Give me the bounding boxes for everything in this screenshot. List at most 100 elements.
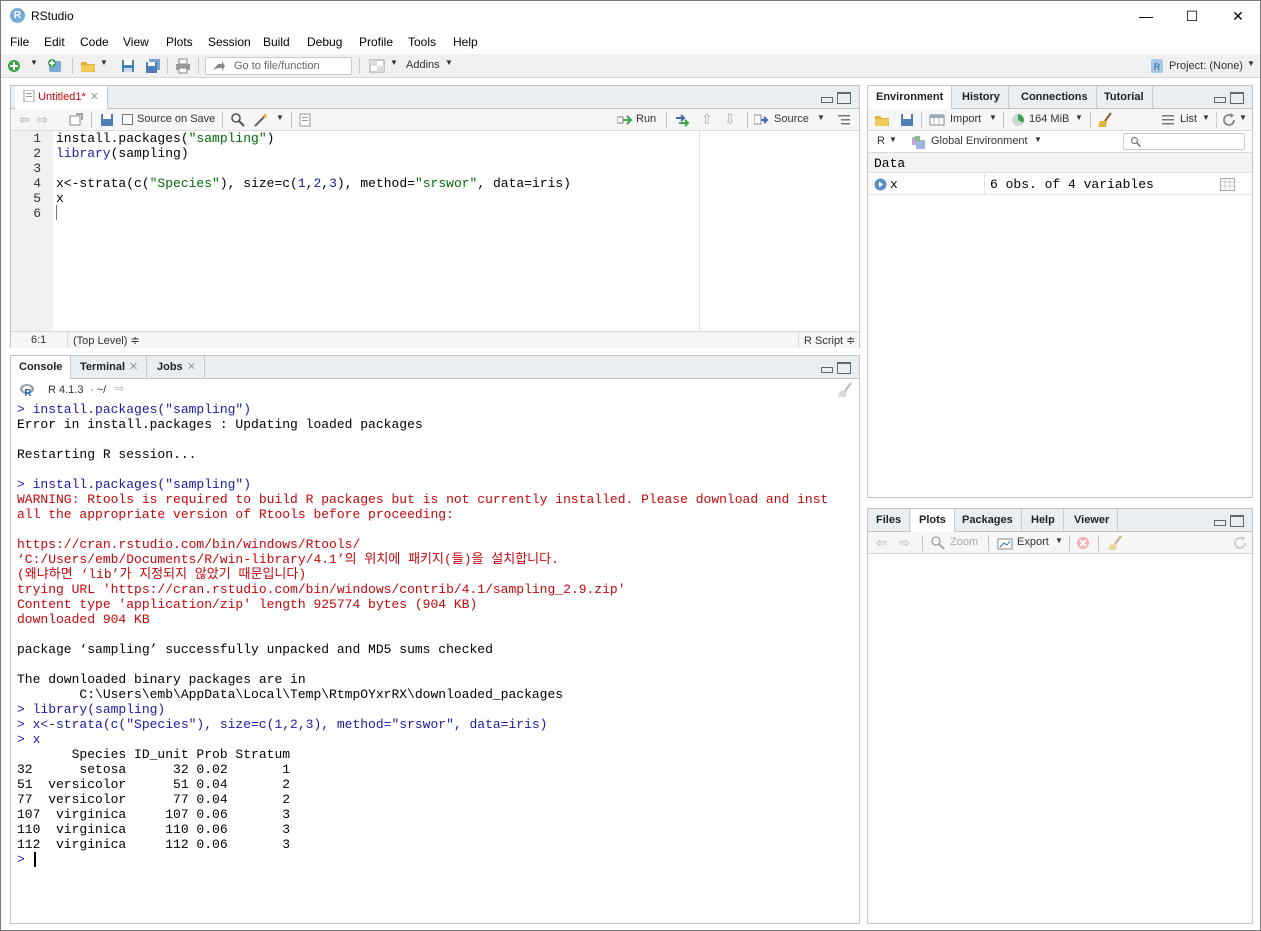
- clear-broom-icon[interactable]: [1097, 112, 1113, 128]
- export-icon[interactable]: [997, 535, 1013, 551]
- zoom-button[interactable]: Zoom: [950, 536, 978, 548]
- save-icon[interactable]: [899, 112, 915, 128]
- forward-arrow-icon[interactable]: ⇨: [37, 112, 48, 128]
- open-folder-icon[interactable]: [874, 112, 890, 128]
- open-folder-icon[interactable]: [80, 58, 96, 74]
- menu-code[interactable]: Code: [80, 35, 109, 49]
- maximize-pane-icon[interactable]: [837, 362, 851, 374]
- new-file-icon[interactable]: [6, 58, 22, 74]
- rerun-icon[interactable]: [674, 112, 690, 128]
- chevron-down-icon[interactable]: ▼: [1247, 59, 1255, 68]
- close-tab-icon[interactable]: ✕: [90, 91, 99, 103]
- close-button[interactable]: ✕: [1215, 1, 1261, 31]
- tab-history[interactable]: History: [954, 86, 1009, 109]
- save-icon[interactable]: [99, 112, 115, 128]
- env-search-input[interactable]: [1123, 133, 1245, 150]
- chevron-down-icon[interactable]: ▼: [889, 135, 897, 144]
- print-icon[interactable]: [175, 58, 191, 74]
- view-data-grid-icon[interactable]: [1220, 178, 1235, 191]
- maximize-button[interactable]: ☐: [1169, 1, 1215, 31]
- back-arrow-icon[interactable]: ⇦: [876, 535, 887, 551]
- menu-profile[interactable]: Profile: [359, 35, 393, 49]
- run-arrow-icon[interactable]: [617, 112, 633, 128]
- source-button[interactable]: Source: [774, 113, 809, 125]
- menu-file[interactable]: File: [10, 35, 29, 49]
- addins-button[interactable]: Addins: [406, 59, 440, 71]
- arrow-down-icon[interactable]: ⇩: [724, 111, 736, 128]
- run-button[interactable]: Run: [636, 113, 656, 125]
- tab-help[interactable]: Help: [1023, 509, 1064, 532]
- working-directory[interactable]: · ~/: [90, 384, 106, 396]
- new-project-icon[interactable]: [47, 58, 63, 74]
- chevron-down-icon[interactable]: ▼: [817, 113, 825, 122]
- tab-tutorial[interactable]: Tutorial: [1096, 86, 1153, 109]
- go-to-directory-icon[interactable]: ⇨: [115, 382, 124, 395]
- tab-files[interactable]: Files: [868, 509, 911, 532]
- view-mode-selector[interactable]: List: [1180, 113, 1197, 125]
- close-tab-icon[interactable]: ✕: [129, 361, 138, 373]
- refresh-icon[interactable]: [1232, 535, 1248, 551]
- menu-session[interactable]: Session: [208, 35, 251, 49]
- remove-plot-icon[interactable]: [1075, 535, 1091, 551]
- document-outline-icon[interactable]: [836, 112, 852, 128]
- tab-terminal[interactable]: Terminal ✕: [72, 356, 148, 379]
- chevron-down-icon[interactable]: ▼: [390, 58, 398, 67]
- language-selector[interactable]: R: [877, 135, 885, 147]
- menu-build[interactable]: Build: [263, 35, 290, 49]
- forward-arrow-icon[interactable]: ⇨: [899, 535, 910, 551]
- env-row[interactable]: x 6 obs. of 4 variables: [868, 174, 1252, 195]
- pane-layout-icon[interactable]: [369, 58, 385, 74]
- save-all-icon[interactable]: [145, 58, 161, 74]
- tab-jobs[interactable]: Jobs ✕: [149, 356, 205, 379]
- minimize-pane-icon[interactable]: [821, 97, 833, 103]
- goto-file-input[interactable]: Go to file/function: [205, 57, 352, 75]
- back-arrow-icon[interactable]: ⇦: [19, 112, 30, 128]
- chevron-down-icon[interactable]: ▼: [100, 58, 108, 67]
- import-dataset-icon[interactable]: [929, 112, 945, 128]
- scope-selector[interactable]: (Top Level) ≑: [73, 334, 140, 347]
- clear-console-broom-icon[interactable]: [837, 382, 853, 398]
- chevron-down-icon[interactable]: ▼: [1239, 113, 1247, 122]
- tab-environment[interactable]: Environment: [868, 86, 953, 110]
- search-icon[interactable]: [230, 112, 246, 128]
- chevron-down-icon[interactable]: ▼: [30, 58, 38, 67]
- chevron-down-icon[interactable]: ▼: [1055, 536, 1063, 545]
- chevron-down-icon[interactable]: ▼: [1202, 113, 1210, 122]
- code-tools-wand-icon[interactable]: [253, 112, 269, 128]
- minimize-pane-icon[interactable]: [821, 367, 833, 373]
- minimize-pane-icon[interactable]: [1214, 97, 1226, 103]
- save-icon[interactable]: [120, 58, 136, 74]
- export-button[interactable]: Export: [1017, 536, 1049, 548]
- tab-plots[interactable]: Plots: [911, 509, 955, 533]
- chevron-down-icon[interactable]: ▼: [1034, 135, 1042, 144]
- menu-view[interactable]: View: [123, 35, 149, 49]
- menu-plots[interactable]: Plots: [166, 35, 193, 49]
- environment-scope-selector[interactable]: Global Environment: [931, 135, 1028, 147]
- refresh-icon[interactable]: [1221, 112, 1237, 128]
- project-menu[interactable]: Project: (None): [1169, 60, 1243, 72]
- tab-viewer[interactable]: Viewer: [1066, 509, 1119, 532]
- minimize-pane-icon[interactable]: [1214, 520, 1226, 526]
- close-tab-icon[interactable]: ✕: [187, 361, 196, 373]
- menu-edit[interactable]: Edit: [44, 35, 65, 49]
- chevron-down-icon[interactable]: ▼: [989, 113, 997, 122]
- menu-debug[interactable]: Debug: [307, 35, 342, 49]
- chevron-down-icon[interactable]: ▼: [445, 58, 453, 67]
- import-button[interactable]: Import: [950, 113, 981, 125]
- chevron-down-icon[interactable]: ▼: [276, 113, 284, 122]
- minimize-button[interactable]: —: [1123, 1, 1169, 31]
- tab-untitled1[interactable]: Untitled1* ✕: [15, 86, 108, 110]
- menu-help[interactable]: Help: [453, 35, 478, 49]
- maximize-pane-icon[interactable]: [837, 92, 851, 104]
- show-in-window-icon[interactable]: [68, 112, 84, 128]
- expand-arrow-icon[interactable]: [874, 178, 887, 191]
- maximize-pane-icon[interactable]: [1230, 92, 1244, 104]
- source-file-icon[interactable]: [754, 112, 770, 128]
- chevron-down-icon[interactable]: ▼: [1075, 113, 1083, 122]
- tab-packages[interactable]: Packages: [954, 509, 1022, 532]
- file-type-selector[interactable]: R Script ≑: [804, 334, 855, 347]
- source-on-save-checkbox[interactable]: [122, 114, 133, 125]
- maximize-pane-icon[interactable]: [1230, 515, 1244, 527]
- console-output[interactable]: > install.packages("sampling") Error in i…: [17, 402, 855, 919]
- tab-connections[interactable]: Connections: [1013, 86, 1097, 109]
